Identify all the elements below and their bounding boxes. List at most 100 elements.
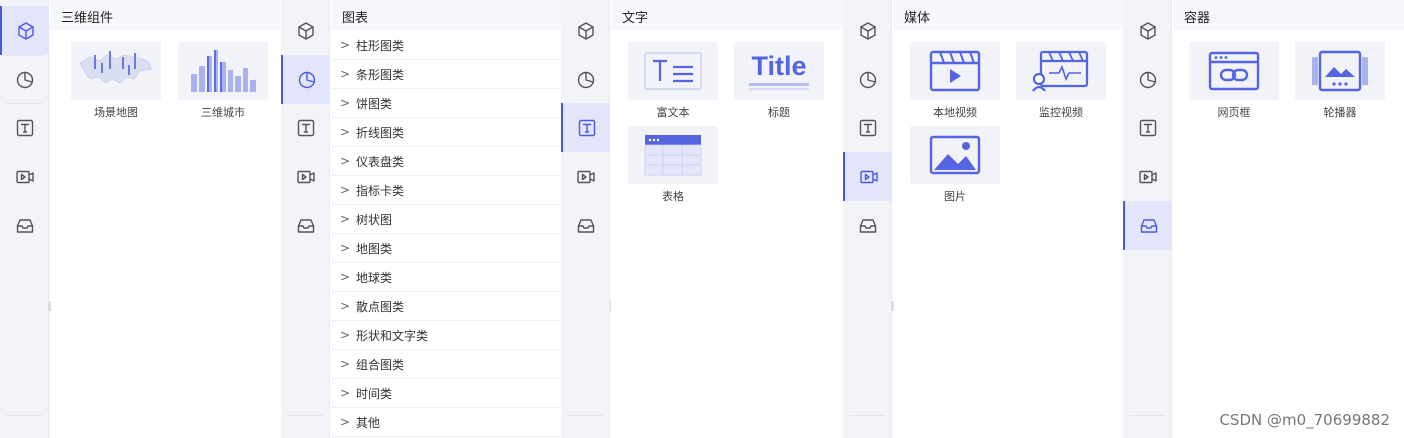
component-label: 轮播器 — [1323, 106, 1357, 119]
text-tab[interactable] — [281, 103, 330, 152]
media-tab[interactable] — [561, 152, 610, 201]
chart-pie-icon — [576, 70, 596, 90]
component-title[interactable]: Title 标题 — [724, 42, 834, 120]
component-label: 标题 — [768, 106, 790, 119]
component-label: 场景地图 — [94, 106, 138, 119]
image-thumb — [910, 126, 1000, 184]
chart-category-item[interactable]: > 饼图类 — [332, 89, 560, 118]
chart-category-item[interactable]: > 其他 — [332, 408, 560, 437]
container-tab[interactable] — [1123, 201, 1172, 250]
local-video-thumb — [910, 42, 1000, 100]
divider — [287, 415, 323, 416]
3d-component-tab[interactable] — [843, 6, 892, 55]
chart-tab[interactable] — [281, 55, 330, 104]
text-tab[interactable] — [0, 103, 49, 152]
chart-category-item[interactable]: > 地球类 — [332, 263, 560, 292]
media-tab[interactable] — [0, 152, 49, 201]
resize-handle[interactable] — [48, 301, 51, 311]
component-local-video[interactable]: 本地视频 — [900, 42, 1010, 120]
sidebar-rail-3 — [561, 0, 610, 438]
divider — [6, 415, 42, 416]
3d-component-tab[interactable] — [561, 6, 610, 55]
chart-category-item[interactable]: > 散点图类 — [332, 292, 560, 321]
chart-category-item[interactable]: > 仪表盘类 — [332, 147, 560, 176]
3d-cube-icon — [576, 21, 596, 41]
component-table[interactable]: 表格 — [618, 126, 728, 204]
component-rich-text[interactable]: 富文本 — [618, 42, 728, 120]
component-scene-map[interactable]: 场景地图 — [61, 42, 171, 120]
webpage-frame-thumb — [1189, 42, 1279, 100]
text-icon — [15, 118, 35, 138]
text-tab[interactable] — [561, 103, 610, 152]
sidebar-rail-2 — [281, 0, 330, 438]
divider — [849, 415, 885, 416]
3d-component-tab[interactable] — [0, 6, 49, 55]
chart-category-label: 组合图类 — [356, 357, 405, 372]
chart-category-item[interactable]: > 柱形图类 — [332, 31, 560, 60]
chart-tab[interactable] — [1123, 55, 1172, 104]
component-monitor-video[interactable]: 监控视频 — [1006, 42, 1116, 120]
chevron-right-icon: > — [339, 270, 351, 284]
component-label: 三维城市 — [201, 106, 245, 119]
component-webpage-frame[interactable]: 网页框 — [1179, 42, 1289, 120]
3d-component-tab[interactable] — [281, 6, 330, 55]
chart-category-label: 其他 — [356, 415, 381, 430]
component-label: 网页框 — [1217, 106, 1251, 119]
text-icon — [858, 118, 878, 138]
chevron-right-icon: > — [339, 183, 351, 197]
container-icon — [1139, 216, 1159, 236]
carousel-thumb — [1295, 42, 1385, 100]
chevron-right-icon: > — [339, 415, 351, 429]
container-tab[interactable] — [843, 201, 892, 250]
container-tab[interactable] — [561, 201, 610, 250]
chart-category-label: 折线图类 — [356, 125, 405, 140]
chart-category-label: 地球类 — [356, 270, 393, 285]
chart-tab[interactable] — [0, 55, 49, 104]
panel-title: 图表 — [342, 11, 369, 26]
3d-component-tab[interactable] — [1123, 6, 1172, 55]
panel-title: 媒体 — [904, 11, 931, 26]
title-thumb-text: Title — [751, 51, 807, 81]
rich-text-thumb — [628, 42, 718, 100]
text-tab[interactable] — [843, 103, 892, 152]
chart-category-item[interactable]: > 组合图类 — [332, 350, 560, 379]
chart-category-item[interactable]: > 时间类 — [332, 379, 560, 408]
component-3d-city[interactable]: 三维城市 — [168, 42, 278, 120]
panel-3d-components: 三维组件 场景地图 三维城市 — [50, 0, 280, 438]
chart-tab[interactable] — [561, 55, 610, 104]
chart-category-item[interactable]: > 指标卡类 — [332, 176, 560, 205]
text-tab[interactable] — [1123, 103, 1172, 152]
chart-category-item[interactable]: > 条形图类 — [332, 60, 560, 89]
chart-tab[interactable] — [843, 55, 892, 104]
chart-category-item[interactable]: > 树状图 — [332, 205, 560, 234]
title-underline — [749, 88, 809, 90]
media-icon — [1138, 167, 1158, 187]
container-tab[interactable] — [281, 201, 330, 250]
media-icon — [15, 167, 35, 187]
component-image[interactable]: 图片 — [900, 126, 1010, 204]
chart-category-item[interactable]: > 地图类 — [332, 234, 560, 263]
media-tab[interactable] — [1123, 152, 1172, 201]
3d-cube-icon — [858, 21, 878, 41]
chart-pie-icon — [858, 70, 878, 90]
chart-category-item[interactable]: > 形状和文字类 — [332, 321, 560, 350]
panel-text: 文字 富文本 Title 标题 表格 — [611, 0, 843, 438]
text-icon — [577, 118, 597, 138]
chart-category-label: 指标卡类 — [356, 183, 405, 198]
media-tab[interactable] — [281, 152, 330, 201]
chevron-right-icon: > — [339, 67, 351, 81]
component-label: 表格 — [662, 190, 684, 203]
media-tab[interactable] — [843, 152, 892, 201]
component-carousel[interactable]: 轮播器 — [1285, 42, 1395, 120]
container-tab[interactable] — [0, 201, 49, 250]
sidebar-rail-4 — [843, 0, 892, 438]
container-icon — [296, 216, 316, 236]
chart-category-label: 仪表盘类 — [356, 154, 405, 169]
container-icon — [15, 216, 35, 236]
resize-handle[interactable] — [891, 301, 894, 311]
monitor-video-thumb — [1016, 42, 1106, 100]
panel-media: 媒体 本地视频 监控视频 图片 — [893, 0, 1123, 438]
table-thumb — [628, 126, 718, 184]
chevron-right-icon: > — [339, 386, 351, 400]
chart-category-item[interactable]: > 折线图类 — [332, 118, 560, 147]
